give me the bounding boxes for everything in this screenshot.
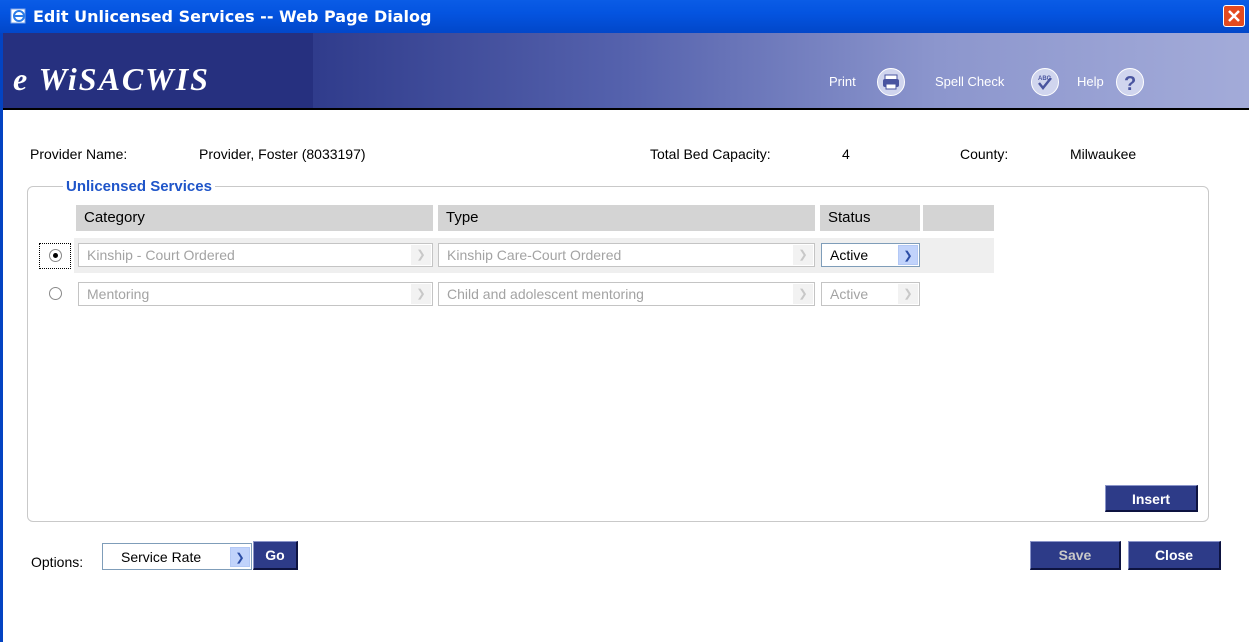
chevron-down-icon: ❯ (898, 284, 918, 304)
row-1-status-value: Active (830, 247, 869, 263)
close-button[interactable]: Close (1128, 541, 1221, 570)
chevron-down-icon: ❯ (793, 245, 813, 265)
radio-dot (53, 253, 58, 258)
row-1-radio[interactable] (49, 249, 62, 262)
spellcheck-button[interactable]: ABC (1031, 68, 1059, 96)
options-value: Service Rate (121, 549, 202, 565)
unlicensed-services-group (27, 186, 1209, 522)
row-1-type-value: Kinship Care-Court Ordered (447, 247, 622, 263)
chevron-down-icon: ❯ (793, 284, 813, 304)
county-value: Milwaukee (1070, 146, 1137, 162)
options-select[interactable]: Service Rate ❯ (102, 543, 252, 570)
go-button[interactable]: Go (253, 541, 298, 570)
save-button[interactable]: Save (1030, 541, 1121, 570)
row-2-status-select[interactable]: Active ❯ (821, 282, 920, 306)
help-label[interactable]: Help (1077, 74, 1104, 89)
window-titlebar: Edit Unlicensed Services -- Web Page Dia… (0, 0, 1249, 33)
app-banner: e WiSACWIS Print Spell Check ABC Help ? (3, 33, 1249, 109)
row-1-category-select[interactable]: Kinship - Court Ordered ❯ (78, 243, 433, 267)
chevron-down-icon: ❯ (411, 245, 431, 265)
help-button[interactable]: ? (1116, 68, 1144, 96)
chevron-down-icon: ❯ (230, 547, 250, 567)
insert-button[interactable]: Insert (1105, 485, 1198, 512)
provider-name-value: Provider, Foster (8033197) (199, 146, 366, 162)
unlicensed-services-legend: Unlicensed Services (63, 178, 215, 195)
bed-capacity-value: 4 (842, 146, 850, 162)
close-window-button[interactable] (1223, 5, 1245, 27)
row-2-radio[interactable] (49, 287, 62, 300)
close-icon (1228, 10, 1240, 22)
row-1-category-value: Kinship - Court Ordered (87, 247, 235, 263)
spellcheck-icon: ABC (1038, 76, 1052, 91)
column-header-blank (923, 205, 994, 231)
row-1-status-select[interactable]: Active ❯ (821, 243, 920, 267)
row-1-type-select[interactable]: Kinship Care-Court Ordered ❯ (438, 243, 815, 267)
print-label[interactable]: Print (829, 74, 856, 89)
spellcheck-label[interactable]: Spell Check (935, 74, 1004, 89)
row-2-status-value: Active (830, 286, 869, 302)
options-label: Options: (31, 554, 84, 570)
banner-divider (3, 108, 1249, 110)
svg-text:?: ? (1124, 73, 1136, 95)
printer-icon (883, 74, 899, 90)
bed-capacity-label: Total Bed Capacity: (650, 146, 771, 162)
column-header-category: Category (76, 205, 433, 231)
row-2-type-value: Child and adolescent mentoring (447, 286, 644, 302)
chevron-down-icon: ❯ (898, 245, 918, 265)
provider-name-label: Provider Name: (30, 146, 128, 162)
chevron-down-icon: ❯ (411, 284, 431, 304)
window-title: Edit Unlicensed Services -- Web Page Dia… (33, 7, 432, 26)
row-2-type-select[interactable]: Child and adolescent mentoring ❯ (438, 282, 815, 306)
column-header-status: Status (820, 205, 920, 231)
ie-page-icon (10, 8, 26, 24)
column-header-type: Type (438, 205, 815, 231)
row-2-category-value: Mentoring (87, 286, 150, 302)
print-button[interactable] (877, 68, 905, 96)
county-label: County: (960, 146, 1009, 162)
row-2-category-select[interactable]: Mentoring ❯ (78, 282, 433, 306)
help-icon: ? (1124, 73, 1136, 95)
app-logo: e WiSACWIS (13, 61, 210, 97)
